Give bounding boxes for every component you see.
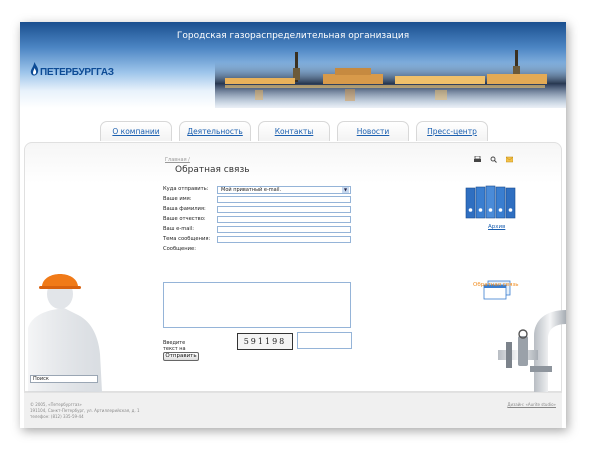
captcha-input[interactable] — [297, 332, 352, 349]
city-skyline-image — [215, 50, 566, 108]
first-name-row: Ваше имя: — [163, 195, 351, 204]
message-textarea[interactable] — [163, 282, 351, 328]
gas-worker-image — [28, 274, 102, 392]
subject-input[interactable] — [217, 236, 351, 243]
tab-contacts[interactable]: Контакты — [258, 121, 330, 141]
captcha-image: 591198 — [237, 333, 293, 350]
send-to-value: Мой приватный e-mail. — [221, 187, 282, 193]
send-to-row: Куда отправить: Мой приватный e-mail. ▼ — [163, 185, 351, 194]
page-tools — [474, 155, 514, 165]
print-icon[interactable] — [474, 155, 481, 165]
logo[interactable]: ПЕТЕРБУРГГАЗ — [30, 62, 114, 78]
email-row: Ваш e-mail: — [163, 225, 351, 234]
tab-activity[interactable]: Деятельность — [179, 121, 251, 141]
logo-text: ПЕТЕРБУРГГАЗ — [40, 67, 114, 78]
tab-news[interactable]: Новости — [337, 121, 409, 141]
page-container: Городская газораспределительная организа… — [20, 22, 566, 428]
footer-design-credit[interactable]: Дизайн: «Aurite studio» — [507, 402, 556, 408]
breadcrumb[interactable]: Главная / — [165, 157, 190, 163]
search-input[interactable]: Поиск — [30, 375, 98, 383]
chevron-down-icon[interactable]: ▼ — [342, 187, 349, 193]
tab-press-center[interactable]: Пресс-центр — [416, 121, 488, 141]
subject-label: Тема сообщения: — [163, 236, 211, 242]
last-name-input[interactable] — [217, 206, 351, 213]
flame-icon — [30, 62, 39, 76]
last-name-row: Ваша фамилия: — [163, 205, 351, 214]
archive-widget[interactable] — [464, 184, 522, 224]
patronymic-label: Ваше отчество: — [163, 216, 206, 222]
search-icon[interactable] — [490, 156, 497, 165]
first-name-label: Ваше имя: — [163, 196, 192, 202]
footer: © 2005, «Петербурггаз» 191104, Санкт-Пет… — [24, 392, 562, 428]
last-name-label: Ваша фамилия: — [163, 206, 206, 212]
message-label: Сообщение: — [163, 246, 196, 252]
email-input[interactable] — [217, 226, 351, 233]
gas-pipe-image — [498, 310, 566, 392]
footer-phone: телефон: (812) 335-59-44 — [30, 414, 84, 419]
feedback-link[interactable]: Обратная связь — [473, 282, 519, 288]
subject-row: Тема сообщения: — [163, 235, 351, 244]
first-name-input[interactable] — [217, 196, 351, 203]
send-to-label: Куда отправить: — [163, 186, 209, 192]
binders-icon — [465, 185, 516, 219]
header-banner: Городская газораспределительная организа… — [20, 22, 566, 108]
patronymic-input[interactable] — [217, 216, 351, 223]
org-title: Городская газораспределительная организа… — [176, 31, 410, 41]
main-nav: О компании Деятельность Контакты Новости… — [100, 121, 488, 141]
tab-about[interactable]: О компании — [100, 121, 172, 141]
patronymic-row: Ваше отчество: — [163, 215, 351, 224]
mail-icon[interactable] — [505, 156, 514, 165]
submit-button[interactable]: Отправить — [163, 352, 199, 361]
send-to-select[interactable]: Мой приватный e-mail. ▼ — [217, 186, 351, 194]
email-label: Ваш e-mail: — [163, 226, 195, 232]
archive-link[interactable]: Архив — [488, 224, 505, 230]
page-title: Обратная связь — [175, 165, 250, 175]
